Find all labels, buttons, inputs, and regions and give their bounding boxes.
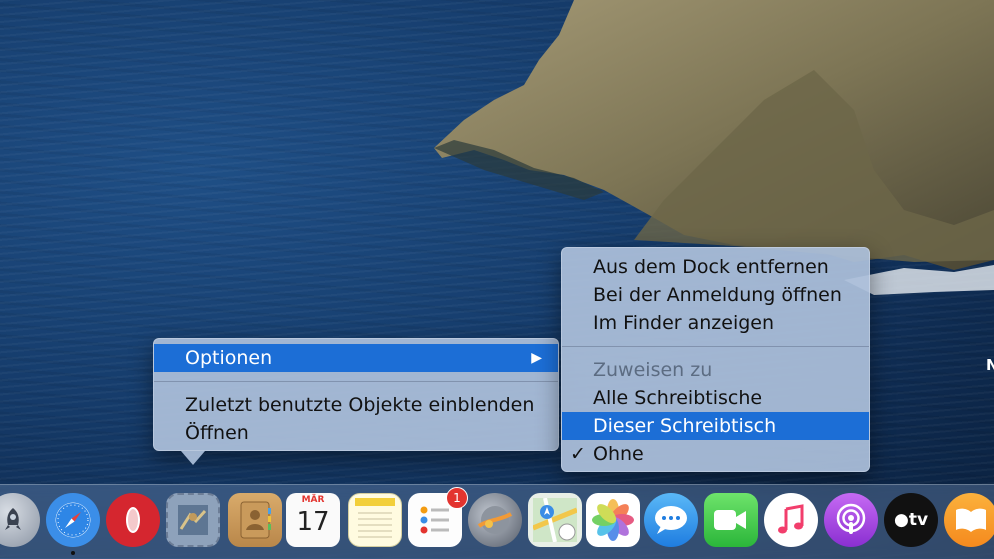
menu-item-open-at-login[interactable]: Bei der Anmeldung öffnen	[562, 281, 869, 309]
podcasts-app[interactable]	[824, 493, 878, 547]
menu-item-label: Bei der Anmeldung öffnen	[593, 284, 842, 306]
dock: MÄR 17 1 ●tv	[0, 484, 994, 559]
calendar-month: MÄR	[301, 495, 325, 505]
speech-bubble-icon	[655, 506, 687, 534]
mail-app[interactable]	[166, 493, 220, 547]
menu-pointer	[181, 451, 205, 465]
options-submenu: Aus dem Dock entfernen Bei der Anmeldung…	[561, 247, 870, 472]
music-app[interactable]	[764, 493, 818, 547]
menu-item-show-in-finder[interactable]: Im Finder anzeigen	[562, 309, 869, 337]
map-icon	[533, 498, 577, 542]
menu-item-recent-objects[interactable]: Zuletzt benutzte Objekte einblenden	[154, 391, 558, 419]
planet-icon	[477, 506, 513, 534]
video-camera-icon	[714, 510, 746, 530]
submenu-arrow-icon: ▶	[531, 350, 542, 366]
menu-item-label: Ohne	[593, 443, 644, 465]
photo-app[interactable]	[468, 493, 522, 547]
launchpad-app[interactable]	[0, 493, 40, 547]
compass-icon	[56, 503, 90, 537]
messages-app[interactable]	[644, 493, 698, 547]
calendar-app[interactable]: MÄR 17	[286, 493, 340, 547]
menu-item-remove-from-dock[interactable]: Aus dem Dock entfernen	[562, 253, 869, 281]
contacts-app[interactable]	[228, 493, 282, 547]
menu-item-all-desktops[interactable]: Alle Schreibtische	[562, 384, 869, 412]
notepad-icon	[355, 498, 395, 538]
safari-app[interactable]	[46, 493, 100, 547]
menu-separator	[562, 346, 869, 347]
notes-app[interactable]	[348, 493, 402, 547]
desktop-edge-text: N	[986, 356, 994, 374]
notification-badge: 1	[446, 487, 468, 509]
rocket-icon	[5, 508, 21, 530]
menu-section-header-assign: Zuweisen zu	[562, 356, 869, 384]
photos-app[interactable]	[586, 493, 640, 547]
tv-label: tv	[908, 510, 929, 530]
menu-item-this-desktop[interactable]: Dieser Schreibtisch	[562, 412, 869, 440]
menu-item-optionen[interactable]: Optionen ▶	[154, 344, 558, 372]
menu-item-label: Aus dem Dock entfernen	[593, 256, 829, 278]
flower-icon	[592, 499, 634, 541]
menu-item-label: Öffnen	[185, 422, 249, 444]
podcast-icon	[836, 503, 866, 534]
reminders-app[interactable]: 1	[408, 487, 468, 547]
menu-item-label: Alle Schreibtische	[593, 387, 763, 409]
opera-app[interactable]	[106, 493, 160, 547]
music-note-icon	[778, 504, 804, 534]
menu-item-label: Dieser Schreibtisch	[593, 415, 777, 437]
address-book-icon	[240, 501, 271, 539]
menu-item-label: Im Finder anzeigen	[593, 312, 775, 334]
menu-separator	[154, 381, 558, 382]
checkmark-icon: ✓	[570, 443, 586, 465]
books-app[interactable]	[944, 493, 994, 547]
menu-item-open[interactable]: Öffnen	[154, 419, 558, 447]
tv-icon: ●tv	[893, 510, 929, 530]
menu-item-none[interactable]: ✓ Ohne	[562, 440, 869, 468]
checklist-icon	[420, 506, 449, 534]
open-book-icon	[956, 508, 986, 532]
calendar-day: 17	[296, 507, 330, 537]
apple-tv-app[interactable]: ●tv	[884, 493, 938, 547]
dock-context-menu: Optionen ▶ Zuletzt benutzte Objekte einb…	[153, 338, 559, 451]
menu-item-label: Optionen	[185, 347, 273, 369]
running-indicator	[71, 551, 75, 555]
opera-o-icon	[116, 502, 150, 538]
facetime-app[interactable]	[704, 493, 758, 547]
stamp-icon	[178, 505, 208, 535]
menu-item-label: Zuletzt benutzte Objekte einblenden	[185, 394, 535, 416]
menu-item-label: Zuweisen zu	[593, 359, 713, 381]
maps-app[interactable]	[528, 493, 582, 547]
